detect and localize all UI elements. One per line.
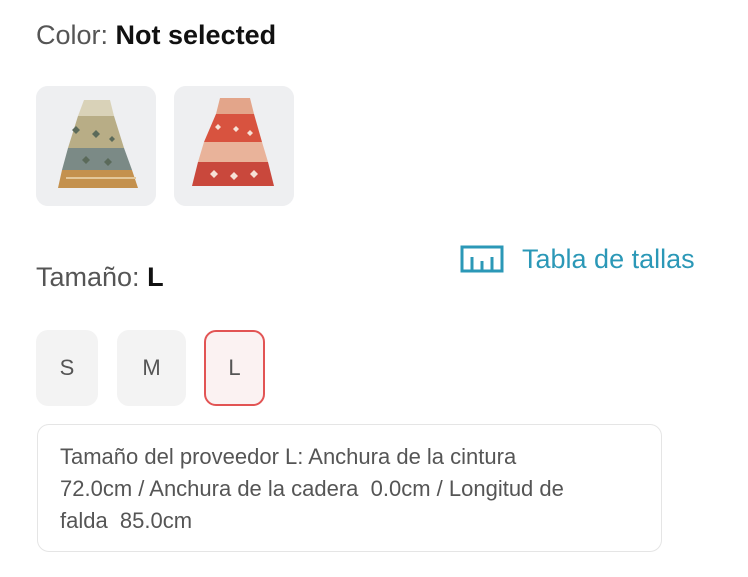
color-heading: Color: Not selected	[36, 18, 276, 52]
ruler-icon	[460, 242, 504, 276]
size-option-m[interactable]: M	[117, 330, 186, 406]
color-option-red-floral[interactable]	[174, 86, 294, 206]
color-value: Not selected	[115, 20, 277, 50]
size-option-s[interactable]: S	[36, 330, 98, 406]
color-label: Color:	[36, 20, 116, 50]
size-label: Tamaño:	[36, 262, 148, 292]
size-chart-link[interactable]: Tabla de tallas	[460, 242, 695, 276]
skirt-thumbnail-icon	[174, 86, 294, 206]
size-chart-label: Tabla de tallas	[522, 244, 695, 274]
skirt-thumbnail-icon	[36, 86, 156, 206]
size-option-l[interactable]: L	[204, 330, 265, 406]
size-heading: Tamaño: L	[36, 260, 164, 294]
color-option-floral-multicolor[interactable]	[36, 86, 156, 206]
size-info-box: Tamaño del proveedor L: Anchura de la ci…	[37, 424, 662, 552]
size-info-text: Tamaño del proveedor L: Anchura de la ci…	[60, 444, 564, 533]
size-value: L	[147, 262, 164, 292]
